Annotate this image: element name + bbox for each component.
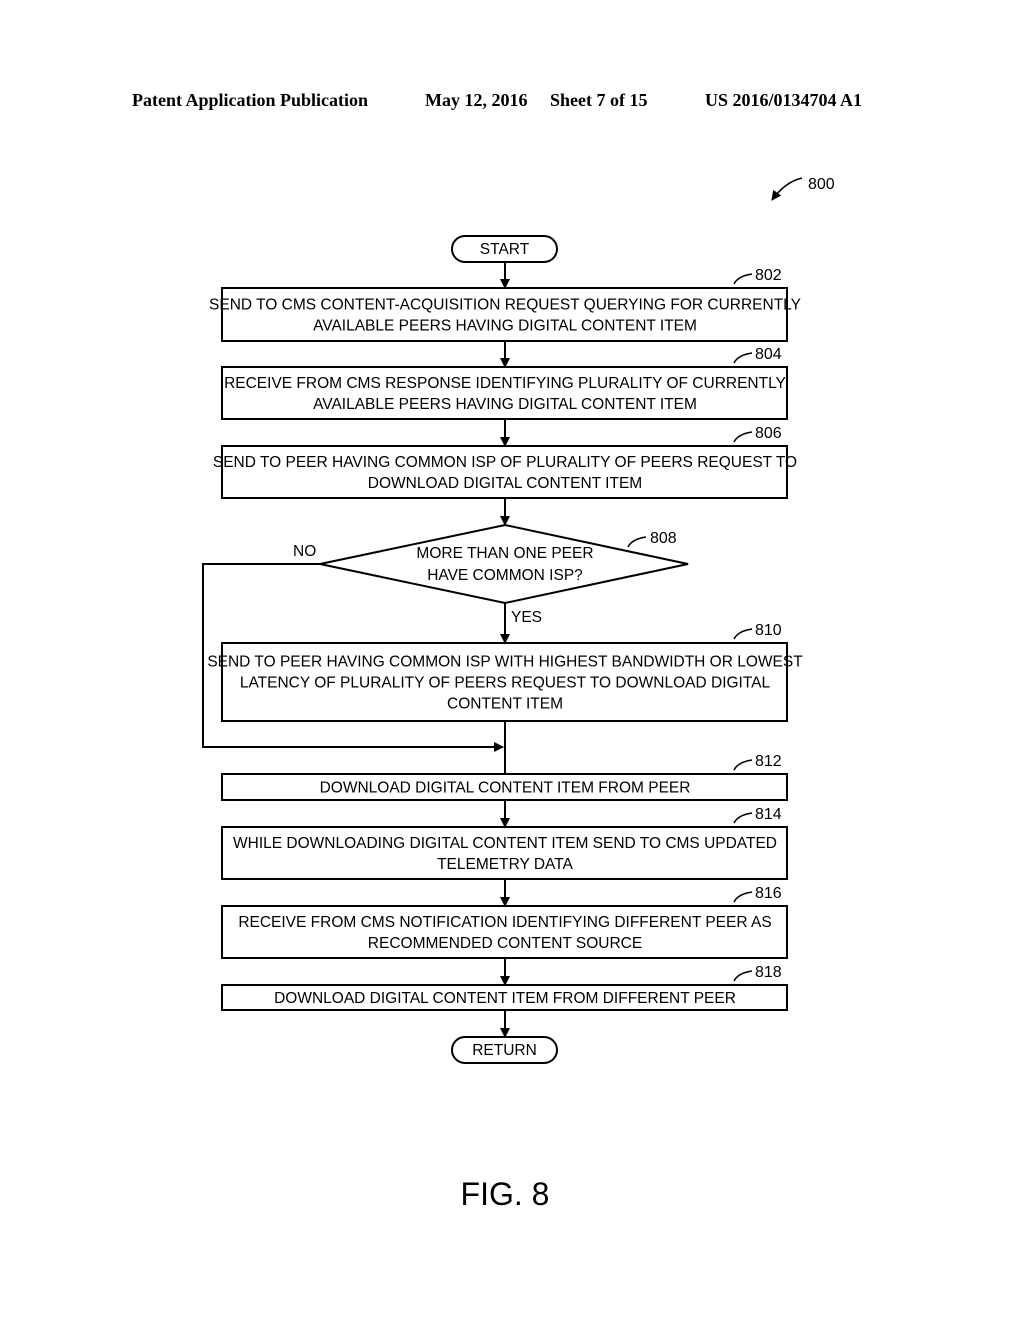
step-text: CONTENT ITEM (447, 696, 563, 713)
step-text: SEND TO PEER HAVING COMMON ISP WITH HIGH… (207, 654, 803, 671)
ref-leader (733, 352, 753, 364)
step-text: LATENCY OF PLURALITY OF PEERS REQUEST TO… (240, 675, 771, 692)
figure-ref: 800 (771, 176, 835, 201)
ref-leader (733, 891, 753, 903)
start-terminal: START (451, 235, 558, 263)
step-ref: 814 (755, 806, 782, 823)
ref-leader (733, 273, 753, 285)
step-text: WHILE DOWNLOADING DIGITAL CONTENT ITEM S… (233, 835, 777, 852)
ref-leader (733, 628, 753, 640)
step-ref: 816 (755, 885, 782, 902)
step-text: AVAILABLE PEERS HAVING DIGITAL CONTENT I… (313, 396, 697, 413)
step-text: SEND TO PEER HAVING COMMON ISP OF PLURAL… (213, 454, 797, 471)
figure-ref-label: 800 (808, 176, 835, 193)
step-ref: 802 (755, 267, 782, 284)
step-text: TELEMETRY DATA (437, 856, 573, 873)
step-text: RECEIVE FROM CMS NOTIFICATION IDENTIFYIN… (238, 914, 771, 931)
step-text: RECEIVE FROM CMS RESPONSE IDENTIFYING PL… (224, 375, 786, 392)
ref-leader (733, 431, 753, 443)
step-ref: 818 (755, 964, 782, 981)
ref-leader (733, 759, 753, 771)
ref-leader (733, 970, 753, 982)
decision-line-1: MORE THAN ONE PEER (416, 545, 593, 562)
step-text: DOWNLOAD DIGITAL CONTENT ITEM (368, 475, 642, 492)
return-label: RETURN (472, 1042, 537, 1059)
decision-line-2: HAVE COMMON ISP? (427, 567, 583, 584)
step-ref: 806 (755, 425, 782, 442)
flowchart: 800 START SEND TO CMS CONTENT-ACQUISITIO… (202, 176, 835, 1212)
ref-leader (733, 812, 753, 824)
step-text: SEND TO CMS CONTENT-ACQUISITION REQUEST … (209, 297, 801, 314)
yes-label: YES (511, 609, 542, 626)
no-label: NO (293, 543, 316, 560)
decision-ref: 808 (650, 530, 677, 547)
step-text: DOWNLOAD DIGITAL CONTENT ITEM FROM PEER (320, 780, 691, 797)
step-text: RECOMMENDED CONTENT SOURCE (368, 935, 642, 952)
step-text: AVAILABLE PEERS HAVING DIGITAL CONTENT I… (313, 318, 697, 335)
step-ref: 810 (755, 622, 782, 639)
figure-label: FIG. 8 (461, 1176, 550, 1212)
return-terminal: RETURN (451, 1036, 558, 1064)
step-text: DOWNLOAD DIGITAL CONTENT ITEM FROM DIFFE… (274, 990, 736, 1007)
step-ref: 804 (755, 346, 782, 363)
decision-808: MORE THAN ONE PEER HAVE COMMON ISP? 808 … (293, 523, 689, 626)
step-ref: 812 (755, 753, 782, 770)
start-label: START (480, 241, 530, 258)
